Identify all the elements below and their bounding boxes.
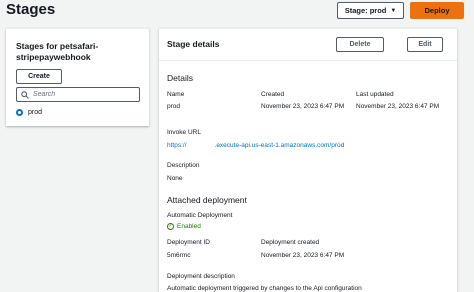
stages-panel-title: Stages for petsafari-stripepaywebhook (16, 41, 99, 62)
caret-down-icon: ▼ (390, 7, 397, 14)
search-icon (21, 86, 29, 104)
stages-panel: Stages for petsafari-stripepaywebhook Cr… (6, 28, 149, 126)
stage-details-header: Stage details Delete Edit (159, 29, 457, 61)
invoke-url-prefix: https:// (167, 142, 187, 149)
invoke-url-label: Invoke URL (167, 129, 201, 136)
automatic-deployment-label: Automatic Deployment (167, 212, 233, 219)
deploy-button[interactable]: Deploy (410, 2, 464, 19)
stage-item-prod[interactable]: prod (16, 109, 42, 116)
deployment-created-value: November 23, 2023 6:47 PM (261, 252, 345, 259)
created-label: Created (261, 91, 285, 98)
last-updated-label: Last updated (356, 91, 394, 98)
search-input[interactable] (33, 91, 133, 98)
page-title: Stages (6, 1, 56, 18)
search-field[interactable] (16, 87, 140, 102)
deployment-description-label: Deployment description (167, 273, 235, 280)
stage-select-dropdown[interactable]: Stage: prod ▼ (337, 2, 404, 19)
description-label: Description (167, 162, 200, 169)
create-stage-button[interactable]: Create (16, 69, 62, 84)
stage-select-label: Stage: prod (344, 6, 387, 15)
description-value: None (167, 175, 183, 182)
name-label: Name (167, 91, 185, 98)
name-value: prod (167, 103, 181, 110)
deployment-id-label: Deployment ID (167, 239, 210, 246)
stage-item-label: prod (28, 109, 43, 116)
edit-button[interactable]: Edit (407, 37, 443, 52)
radio-selected-icon[interactable] (16, 109, 23, 116)
stage-details-title: Stage details (167, 39, 220, 49)
created-value: November 23, 2023 6:47 PM (261, 103, 345, 110)
attached-deployment-title: Attached deployment (167, 195, 247, 205)
details-section-title: Details (167, 73, 193, 83)
deployment-description-value: Automatic deployment triggered by change… (167, 285, 362, 292)
check-circle-icon: ✓ (167, 223, 174, 230)
automatic-deployment-value: Enabled (177, 223, 201, 230)
deployment-id-value: 5m6rmc (167, 252, 191, 259)
last-updated-value: November 23, 2023 6:47 PM (356, 103, 440, 110)
deployment-created-label: Deployment created (261, 239, 320, 246)
stage-details-panel: Stage details Delete Edit Details Name p… (159, 28, 457, 292)
invoke-url-link[interactable]: https:// .execute-api.us-east-1.amazonaws… (167, 141, 344, 150)
automatic-deployment-status: ✓ Enabled (167, 223, 201, 230)
invoke-url-suffix: .execute-api.us-east-1.amazonaws.com/pro… (214, 142, 345, 149)
delete-button[interactable]: Delete (336, 37, 384, 52)
